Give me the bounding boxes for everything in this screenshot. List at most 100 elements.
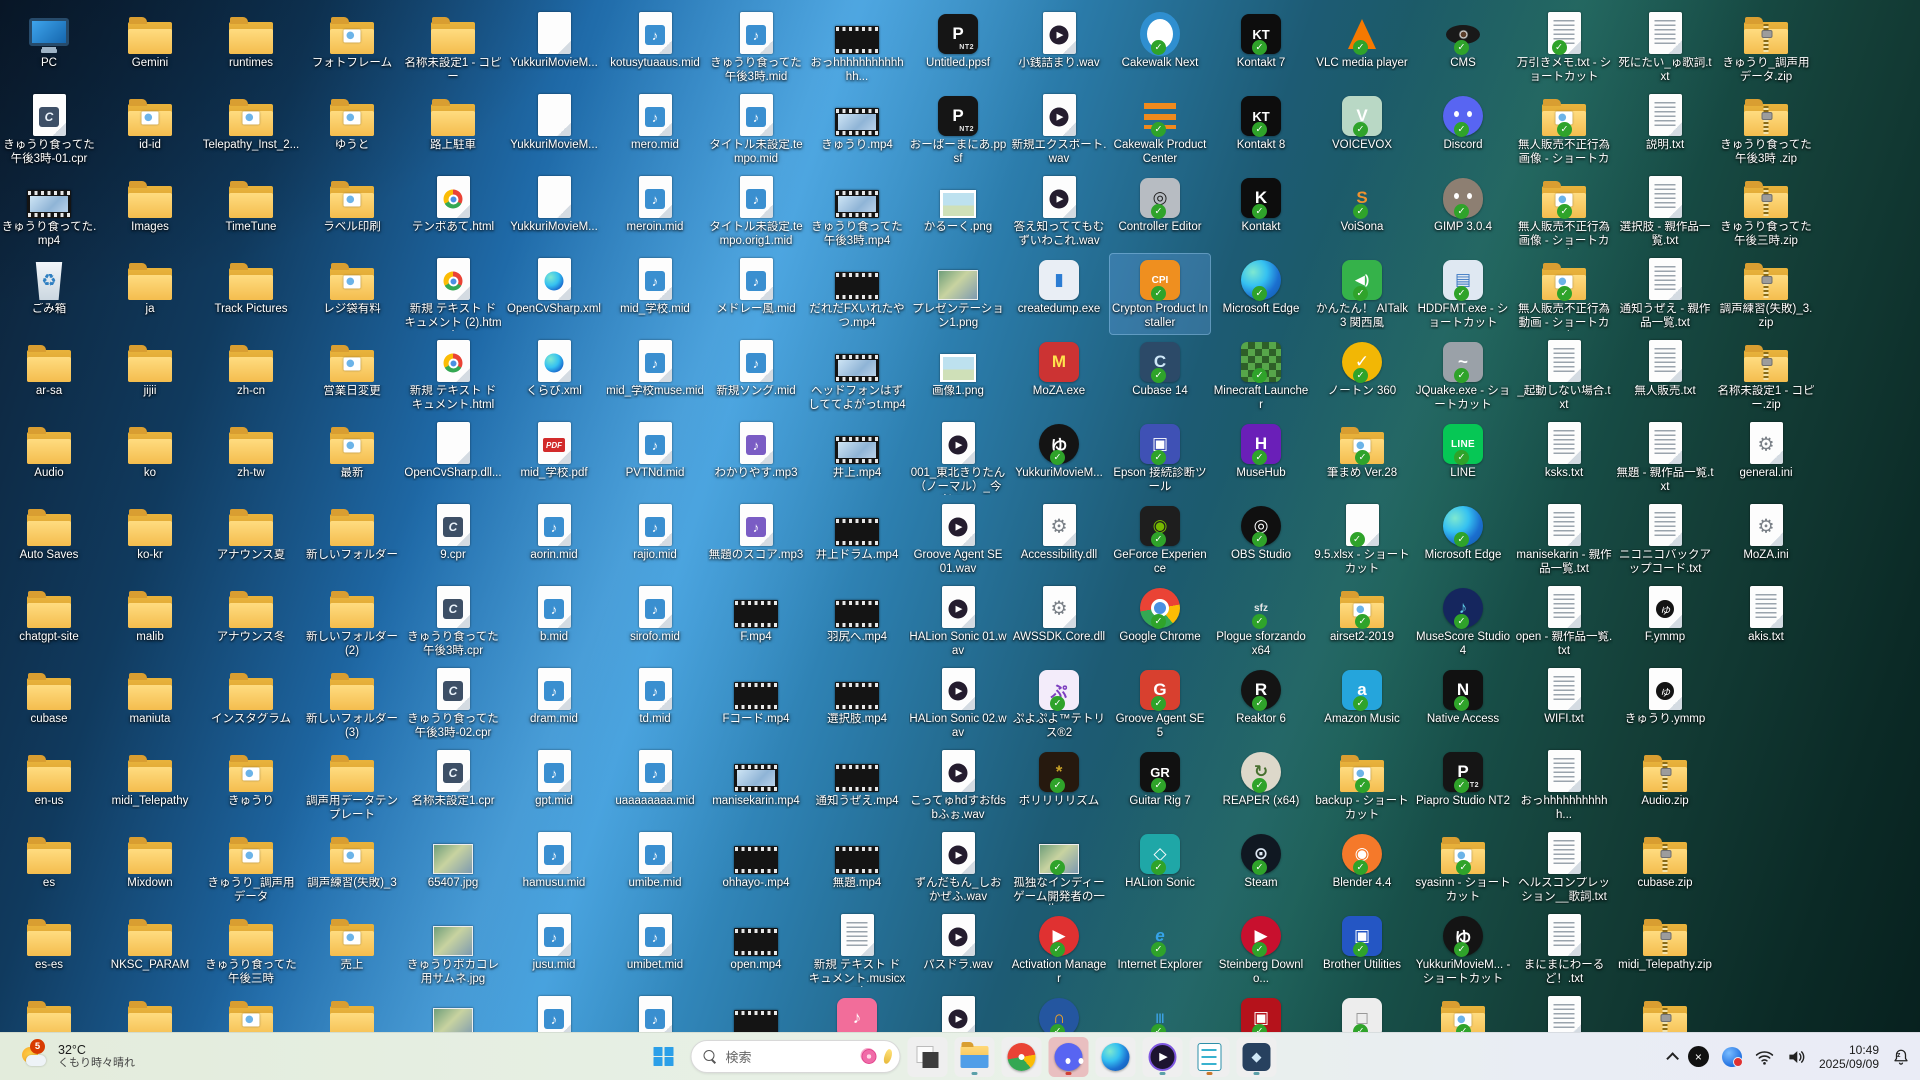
desktop-icon[interactable]: ▶001_東北きりたん（ノーマル）_今じゃ... xyxy=(908,418,1008,498)
desktop-icon[interactable]: ♪rajio.mid xyxy=(605,500,705,580)
desktop-icon[interactable]: Telepathy_Inst_2... xyxy=(201,90,301,170)
desktop-icon[interactable]: ✓✓ノートン 360 xyxy=(1312,336,1412,416)
desktop-icon[interactable]: Cきゅうり食ってた午後3時-02.cpr xyxy=(403,664,503,744)
desktop-icon[interactable]: C名称未設定1.cpr xyxy=(403,746,503,826)
desktop-icon[interactable]: V✓VOICEVOX xyxy=(1312,90,1412,170)
desktop-icon[interactable]: C9.cpr xyxy=(403,500,503,580)
desktop-icon[interactable]: きゅうりボカコレ用サムネ.jpg xyxy=(403,910,503,990)
tray-chevron-up-icon[interactable] xyxy=(1666,1052,1679,1065)
desktop-icon[interactable]: cubase.zip xyxy=(1615,828,1715,908)
desktop-icon[interactable]: ar-sa xyxy=(0,336,99,416)
desktop-icon[interactable]: 井上.mp4 xyxy=(807,418,907,498)
desktop-icon[interactable]: ~✓JQuake.exe - ショートカット xyxy=(1413,336,1513,416)
edge-button[interactable] xyxy=(1096,1037,1136,1077)
desktop-icon[interactable]: Gemini xyxy=(100,8,200,88)
desktop-icon[interactable]: ♪umibet.mid xyxy=(605,910,705,990)
desktop-icon[interactable]: ♪hamusu.mid xyxy=(504,828,604,908)
volume-icon[interactable] xyxy=(1787,1049,1806,1065)
desktop-icon[interactable]: 65407.jpg xyxy=(403,828,503,908)
desktop-icon[interactable]: 売上 xyxy=(302,910,402,990)
desktop-icon[interactable]: ✓airset2-2019 xyxy=(1312,582,1412,662)
desktop-icon[interactable]: ✓VLC media player xyxy=(1312,8,1412,88)
desktop-icon[interactable]: 調声練習(失敗)_3 xyxy=(302,828,402,908)
desktop-icon[interactable]: ◉✓Blender 4.4 xyxy=(1312,828,1412,908)
desktop-icon[interactable]: ♪aorin.mid xyxy=(504,500,604,580)
desktop-icon[interactable]: 新しいフォルダー (2) xyxy=(302,582,402,662)
desktop-icon[interactable]: ✓Cakewalk Next xyxy=(1110,8,1210,88)
desktop-icon[interactable]: malib xyxy=(100,582,200,662)
tray-clock[interactable]: 10:49 2025/09/09 xyxy=(1819,1043,1879,1071)
desktop-icon[interactable]: ▮createdump.exe xyxy=(1009,254,1109,334)
desktop-icon[interactable]: きゅうり食ってた.mp4 xyxy=(0,172,99,252)
desktop-icon[interactable]: ♪わかりやす.mp3 xyxy=(706,418,806,498)
desktop-icon[interactable]: アナウンス夏 xyxy=(201,500,301,580)
desktop-icon[interactable]: ✓孤独なインディーゲーム開発者の一生 ... xyxy=(1009,828,1109,908)
desktop-icon[interactable]: ▶新規エクスポート.wav xyxy=(1009,90,1109,170)
desktop-icon[interactable]: midi_Telepathy.zip xyxy=(1615,910,1715,990)
search-input[interactable]: 検索 xyxy=(691,1040,901,1073)
desktop-icon[interactable]: 画像1.png xyxy=(908,336,1008,416)
desktop-icon[interactable]: ▶こってゅhdすおfdsbふぉ.wav xyxy=(908,746,1008,826)
start-button[interactable] xyxy=(644,1037,684,1077)
desktop-icon[interactable]: manisekarin - 親作品一覧.txt xyxy=(1514,500,1614,580)
desktop-icon[interactable]: 営業日変更 xyxy=(302,336,402,416)
desktop-icon[interactable]: ▶✓Activation Manager xyxy=(1009,910,1109,990)
desktop-icon[interactable]: ◇✓HALion Sonic xyxy=(1110,828,1210,908)
desktop-icon[interactable]: es xyxy=(0,828,99,908)
desktop-icon[interactable]: 調声用データテンプレート xyxy=(302,746,402,826)
desktop-icon[interactable]: PDFmid_学校.pdf xyxy=(504,418,604,498)
desktop-icon[interactable]: 井上ドラム.mp4 xyxy=(807,500,907,580)
desktop-icon[interactable]: 路上駐車 xyxy=(403,90,503,170)
desktop-icon[interactable]: F.mp4 xyxy=(706,582,806,662)
desktop-icon[interactable]: ♪umibe.mid xyxy=(605,828,705,908)
desktop-icon[interactable]: ohhayo-.mp4 xyxy=(706,828,806,908)
desktop-icon[interactable]: ✓9.5.xlsx - ショートカット xyxy=(1312,500,1412,580)
desktop-icon[interactable]: WIFI.txt xyxy=(1514,664,1614,744)
desktop-icon[interactable]: ▶答え知っててもむずいわこれ.wav xyxy=(1009,172,1109,252)
desktop-icon[interactable]: *✓ポリリリリズム xyxy=(1009,746,1109,826)
desktop-icon[interactable]: ◉✓GeForce Experience xyxy=(1110,500,1210,580)
desktop-icon[interactable]: ✓Google Chrome xyxy=(1110,582,1210,662)
desktop-icon[interactable]: インスタグラム xyxy=(201,664,301,744)
desktop-icon[interactable]: ✓GIMP 3.0.4 xyxy=(1413,172,1513,252)
desktop-icon[interactable]: ◎✓Controller Editor xyxy=(1110,172,1210,252)
desktop-icon[interactable]: ⚙AWSSDK.Core.dll xyxy=(1009,582,1109,662)
desktop-icon[interactable]: zh-cn xyxy=(201,336,301,416)
desktop-icon[interactable]: ♪タイトル未設定.tempo.orig1.mid xyxy=(706,172,806,252)
desktop-icon[interactable]: Audio.zip xyxy=(1615,746,1715,826)
desktop-icon[interactable]: ♪uaaaaaaaa.mid xyxy=(605,746,705,826)
desktop-icon[interactable]: ⚙MoZA.ini xyxy=(1716,500,1816,580)
desktop-icon[interactable]: 新しいフォルダー (3) xyxy=(302,664,402,744)
desktop-icon[interactable]: MMoZA.exe xyxy=(1009,336,1109,416)
desktop-icon[interactable]: プレゼンテーション1.png xyxy=(908,254,1008,334)
desktop-icon[interactable]: ラベル印刷 xyxy=(302,172,402,252)
desktop-icon[interactable]: ♪mid_学校muse.mid xyxy=(605,336,705,416)
desktop-icon[interactable]: 通知うぜえ - 親作品一覧.txt xyxy=(1615,254,1715,334)
desktop-icon[interactable]: 無人販売.txt xyxy=(1615,336,1715,416)
desktop-icon[interactable]: ♪meroin.mid xyxy=(605,172,705,252)
desktop-icon[interactable]: ✓Cakewalk Product Center xyxy=(1110,90,1210,170)
desktop-icon[interactable]: e✓Internet Explorer xyxy=(1110,910,1210,990)
desktop-icon[interactable]: KT✓Kontakt 7 xyxy=(1211,8,1311,88)
desktop-icon[interactable]: 選択肢 - 親作品一覧.txt xyxy=(1615,172,1715,252)
desktop-icon[interactable]: ♪dram.mid xyxy=(504,664,604,744)
desktop-icon[interactable]: ◎✓OBS Studio xyxy=(1211,500,1311,580)
desktop-icon[interactable]: Mixdown xyxy=(100,828,200,908)
desktop-icon[interactable]: Auto Saves xyxy=(0,500,99,580)
desktop-icon[interactable]: ゆ✓YukkuriMovieM... - ショートカット xyxy=(1413,910,1513,990)
desktop-icon[interactable]: きゅうり.mp4 xyxy=(807,90,907,170)
file-explorer-button[interactable] xyxy=(955,1037,995,1077)
desktop-icon[interactable]: ♪mid_学校.mid xyxy=(605,254,705,334)
desktop-icon[interactable]: Fコード.mp4 xyxy=(706,664,806,744)
desktop-icon[interactable]: 新規 テキスト ドキュメント (2).html xyxy=(403,254,503,334)
desktop-icon[interactable]: きゅうり食ってた午後三時 xyxy=(201,910,301,990)
desktop-icon[interactable]: manisekarin.mp4 xyxy=(706,746,806,826)
desktop-icon[interactable]: ▶HALion Sonic 02.wav xyxy=(908,664,1008,744)
desktop-icon[interactable]: open - 親作品一覧.txt xyxy=(1514,582,1614,662)
desktop-icon[interactable]: 名称未設定1 - コピー.zip xyxy=(1716,336,1816,416)
desktop-icon[interactable]: ♪sirofo.mid xyxy=(605,582,705,662)
desktop-icon[interactable]: ▶Groove Agent SE 01.wav xyxy=(908,500,1008,580)
desktop-icon[interactable]: G✓Groove Agent SE 5 xyxy=(1110,664,1210,744)
desktop-icon[interactable]: ✓syasinn - ショートカット xyxy=(1413,828,1513,908)
desktop-icon[interactable]: en-us xyxy=(0,746,99,826)
